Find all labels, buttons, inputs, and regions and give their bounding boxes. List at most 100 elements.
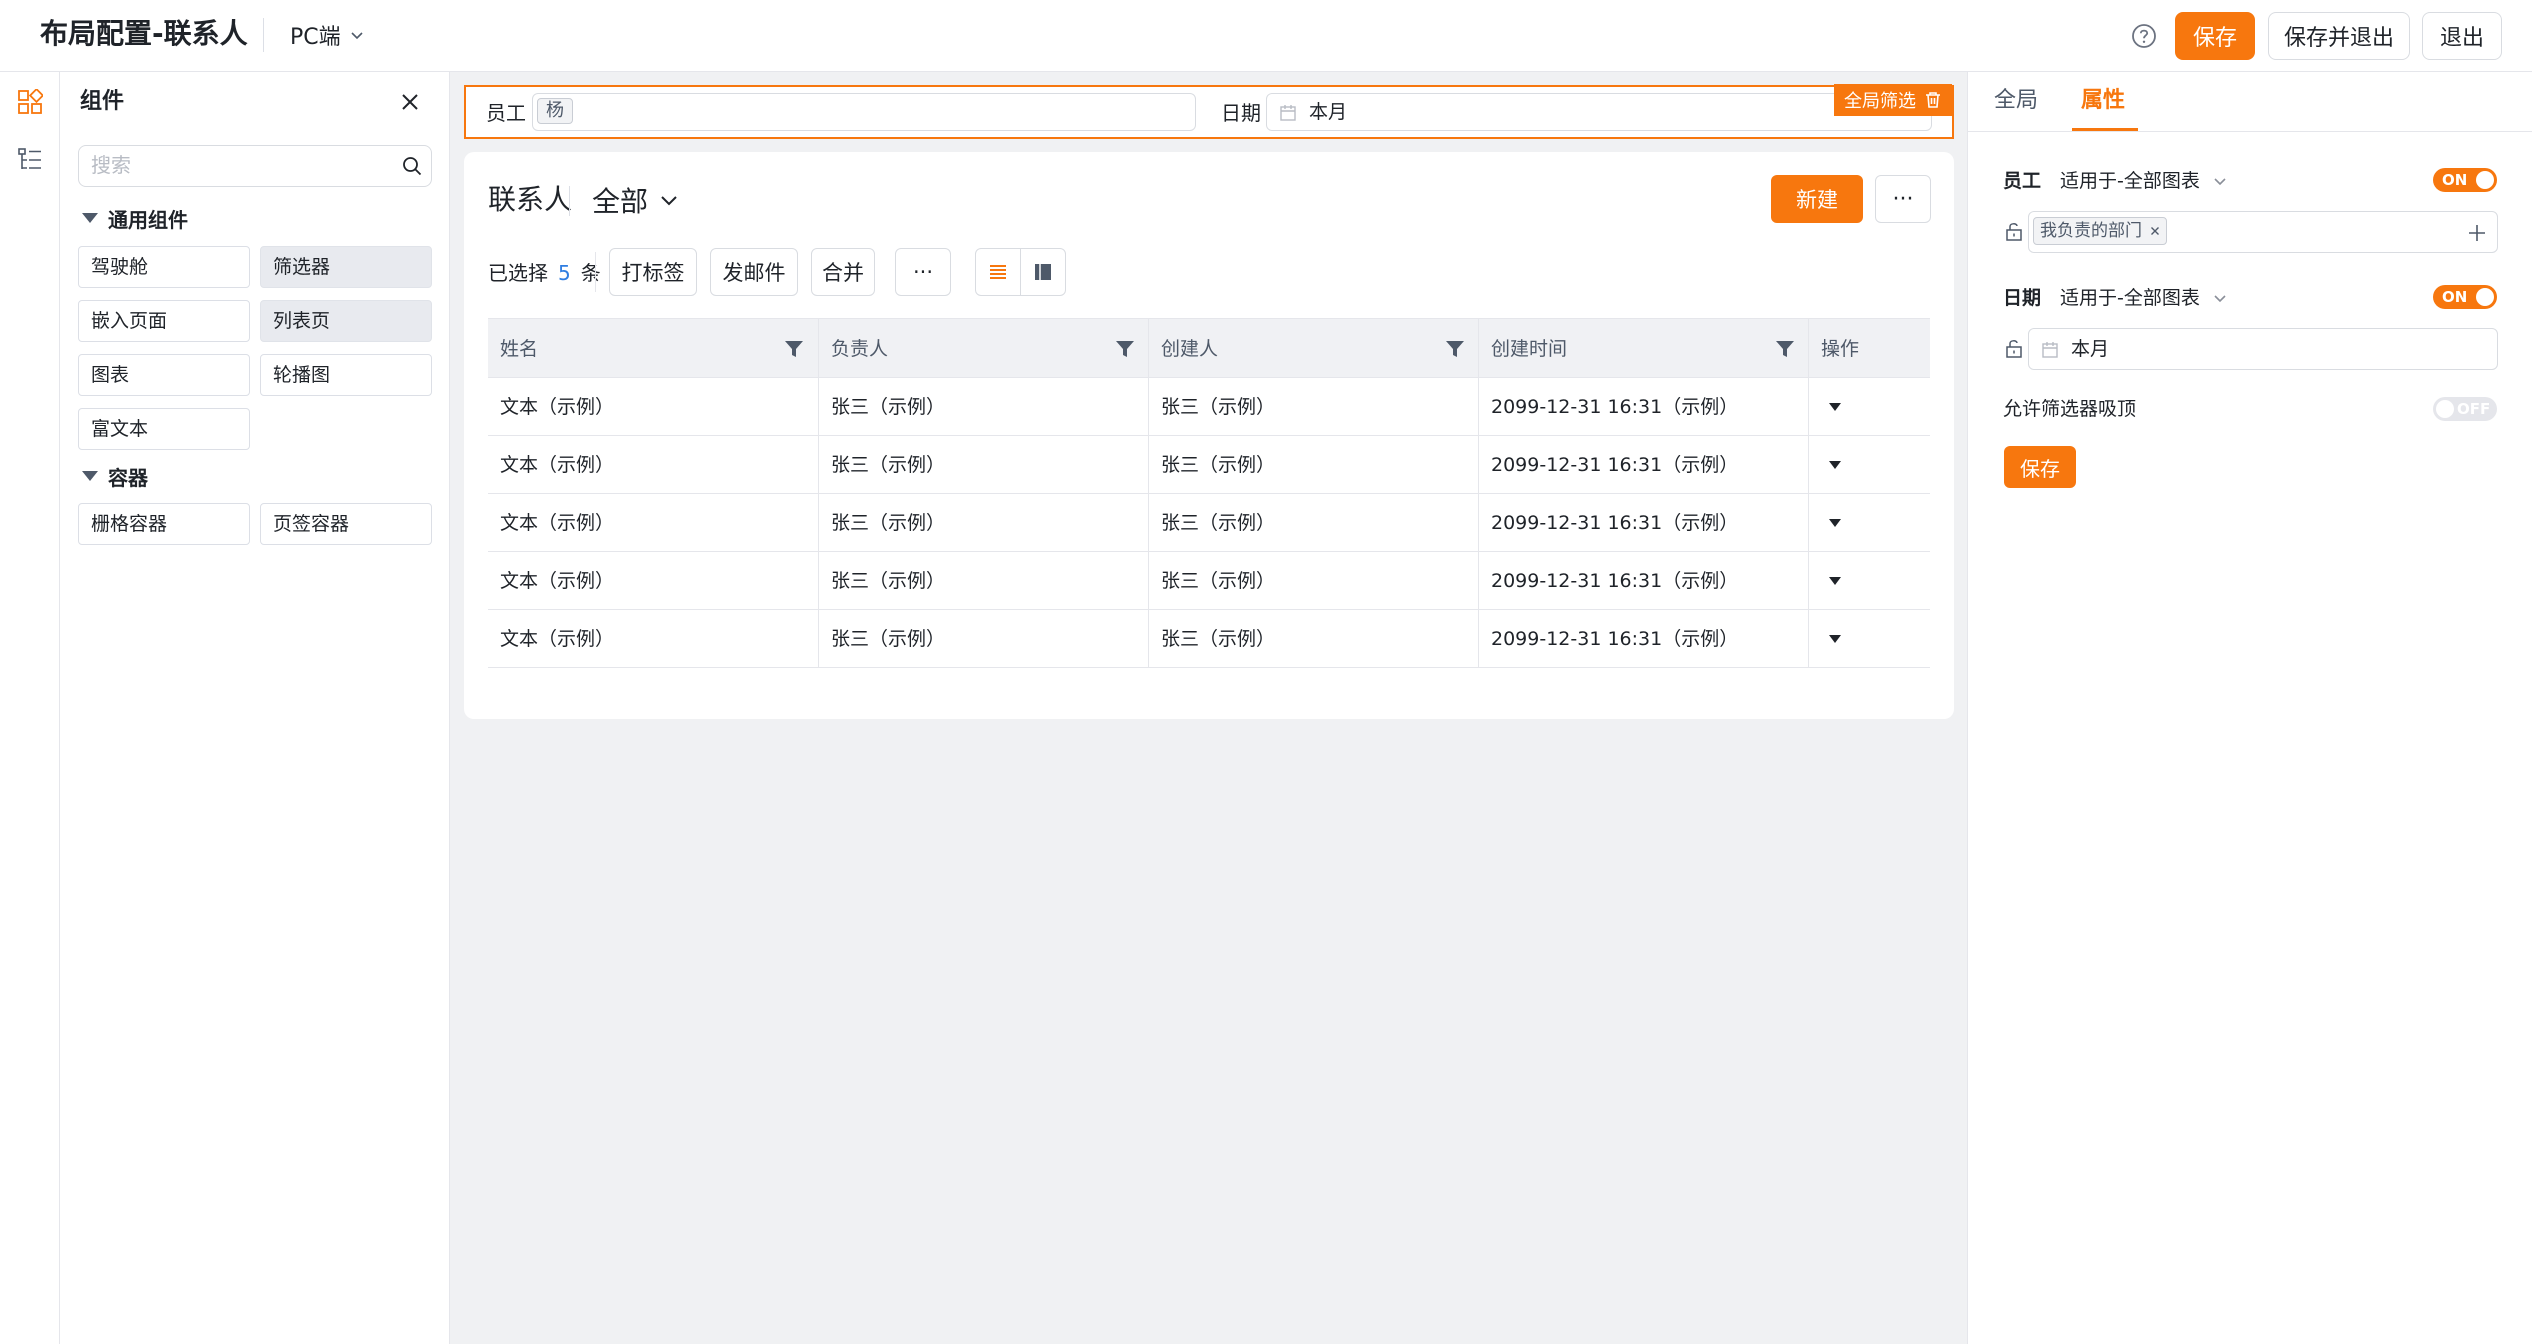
new-button[interactable]: 新建 <box>1771 175 1863 223</box>
component-chart[interactable]: 图表 <box>78 354 250 396</box>
global-filter-bar[interactable]: 员工 杨 日期 本月 <box>464 85 1954 139</box>
global-filter-badge: 全局筛选 <box>1834 84 1952 116</box>
table-row[interactable]: 文本（示例） 张三（示例） 张三（示例） 2099-12-31 16:31（示例） <box>488 552 1930 610</box>
more-button[interactable]: ··· <box>1875 175 1931 223</box>
row-action-cell[interactable] <box>1808 378 1930 435</box>
allow-pin-toggle[interactable]: OFF <box>2433 397 2497 421</box>
selected-count: 5 <box>558 261 571 285</box>
tab-divider <box>1968 131 2532 132</box>
search-input[interactable] <box>91 146 381 186</box>
caret-down-icon[interactable] <box>1829 635 1841 643</box>
employee-default-field[interactable]: 我负责的部门 <box>2028 211 2498 253</box>
date-scope-select[interactable]: 适用于-全部图表 <box>2060 283 2228 313</box>
filter-icon[interactable] <box>1445 339 1465 359</box>
caret-down-icon[interactable] <box>1829 519 1841 527</box>
search-icon[interactable] <box>401 155 423 177</box>
table-cell: 张三（示例） <box>818 552 1148 609</box>
filter-icon[interactable] <box>1115 339 1135 359</box>
tag-button[interactable]: 打标签 <box>609 248 697 296</box>
platform-select[interactable]: PC端 <box>290 18 365 52</box>
plus-icon[interactable] <box>2467 223 2487 243</box>
list-page-card[interactable]: 联系人 全部 新建 ··· 已选择 5 条 打标签 发邮件 合并 ··· 姓名 负… <box>464 152 1954 719</box>
send-email-button[interactable]: 发邮件 <box>710 248 798 296</box>
caret-down-icon[interactable] <box>1829 403 1841 411</box>
tab-properties[interactable]: 属性 <box>2081 86 2125 116</box>
tab-global[interactable]: 全局 <box>1994 86 2038 116</box>
components-icon[interactable] <box>17 89 43 115</box>
employee-scope-select[interactable]: 适用于-全部图表 <box>2060 166 2228 196</box>
component-grid-container[interactable]: 栅格容器 <box>78 503 250 545</box>
table-cell: 张三（示例） <box>818 378 1148 435</box>
date-default-field[interactable]: 本月 <box>2028 328 2498 370</box>
row-action-cell[interactable] <box>1808 552 1930 609</box>
date-toggle[interactable]: ON <box>2433 285 2497 309</box>
card-view-toggle[interactable] <box>1020 248 1066 296</box>
toggle-knob <box>2476 171 2494 189</box>
group-label: 容器 <box>108 465 148 490</box>
employee-filter-field[interactable]: 杨 <box>532 93 1196 131</box>
caret-down-icon[interactable] <box>1829 577 1841 585</box>
table-cell: 文本（示例） <box>500 628 615 650</box>
table-row[interactable]: 文本（示例） 张三（示例） 张三（示例） 2099-12-31 16:31（示例） <box>488 436 1930 494</box>
header-divider <box>263 18 264 52</box>
table-row[interactable]: 文本（示例） 张三（示例） 张三（示例） 2099-12-31 16:31（示例） <box>488 494 1930 552</box>
group-containers[interactable]: 容器 <box>82 461 148 491</box>
employee-filter-label: 员工 <box>486 101 526 125</box>
row-action-cell[interactable] <box>1808 494 1930 551</box>
outline-tree-icon[interactable] <box>17 147 43 173</box>
calendar-icon <box>2042 342 2058 358</box>
table-cell: 2099-12-31 16:31（示例） <box>1478 436 1808 493</box>
table-cell: 张三（示例） <box>1148 378 1478 435</box>
date-filter-field[interactable]: 本月 <box>1266 93 1932 131</box>
caret-down-icon[interactable] <box>1829 461 1841 469</box>
row-action-cell[interactable] <box>1808 436 1930 493</box>
more-actions-button[interactable]: ··· <box>895 248 951 296</box>
calendar-icon <box>1280 105 1296 121</box>
selected-suffix: 条 <box>580 261 601 285</box>
unlock-icon[interactable] <box>2005 338 2023 358</box>
view-select[interactable]: 全部 <box>592 180 680 220</box>
component-embed-page[interactable]: 嵌入页面 <box>78 300 250 342</box>
component-tab-container[interactable]: 页签容器 <box>260 503 432 545</box>
table-cell: 文本（示例） <box>500 512 615 534</box>
save-and-exit-button[interactable]: 保存并退出 <box>2268 12 2410 60</box>
platform-label: PC端 <box>290 25 341 50</box>
trash-icon[interactable] <box>1924 91 1942 109</box>
caret-down-icon <box>82 471 98 481</box>
employee-tag[interactable]: 杨 <box>537 98 573 124</box>
help-icon[interactable] <box>2131 23 2157 49</box>
table-row[interactable]: 文本（示例） 张三（示例） 张三（示例） 2099-12-31 16:31（示例） <box>488 378 1930 436</box>
column-header-label: 创建时间 <box>1491 338 1568 360</box>
toggle-knob <box>2436 400 2454 418</box>
row-action-cell[interactable] <box>1808 610 1930 667</box>
chevron-down-icon <box>351 32 363 40</box>
table-cell: 张三（示例） <box>1148 436 1478 493</box>
close-icon[interactable] <box>2150 226 2160 236</box>
exit-button[interactable]: 退出 <box>2422 12 2502 60</box>
group-general-components[interactable]: 通用组件 <box>82 203 188 233</box>
chevron-down-icon <box>661 196 677 206</box>
unlock-icon[interactable] <box>2005 221 2023 241</box>
table-cell: 张三（示例） <box>818 436 1148 493</box>
save-button[interactable]: 保存 <box>2175 12 2255 60</box>
group-label: 通用组件 <box>108 207 188 232</box>
properties-save-button[interactable]: 保存 <box>2004 446 2076 488</box>
component-list-page[interactable]: 列表页 <box>260 300 432 342</box>
component-cockpit[interactable]: 驾驶舱 <box>78 246 250 288</box>
table-row[interactable]: 文本（示例） 张三（示例） 张三（示例） 2099-12-31 16:31（示例） <box>488 610 1930 668</box>
component-rich-text[interactable]: 富文本 <box>78 408 250 450</box>
employee-setting-label: 员工 <box>2003 170 2042 192</box>
component-filter[interactable]: 筛选器 <box>260 246 432 288</box>
filter-icon[interactable] <box>1775 339 1795 359</box>
department-tag[interactable]: 我负责的部门 <box>2033 217 2167 245</box>
column-header-label: 姓名 <box>500 338 539 360</box>
allow-pin-label: 允许筛选器吸顶 <box>2003 398 2137 420</box>
merge-button[interactable]: 合并 <box>811 248 875 296</box>
filter-icon[interactable] <box>784 339 804 359</box>
page-title: 布局配置-联系人 <box>40 17 248 50</box>
employee-toggle[interactable]: ON <box>2433 168 2497 192</box>
component-carousel[interactable]: 轮播图 <box>260 354 432 396</box>
scope-label: 适用于-全部图表 <box>2060 287 2200 309</box>
close-icon[interactable] <box>398 90 422 114</box>
list-view-toggle[interactable] <box>975 248 1021 296</box>
